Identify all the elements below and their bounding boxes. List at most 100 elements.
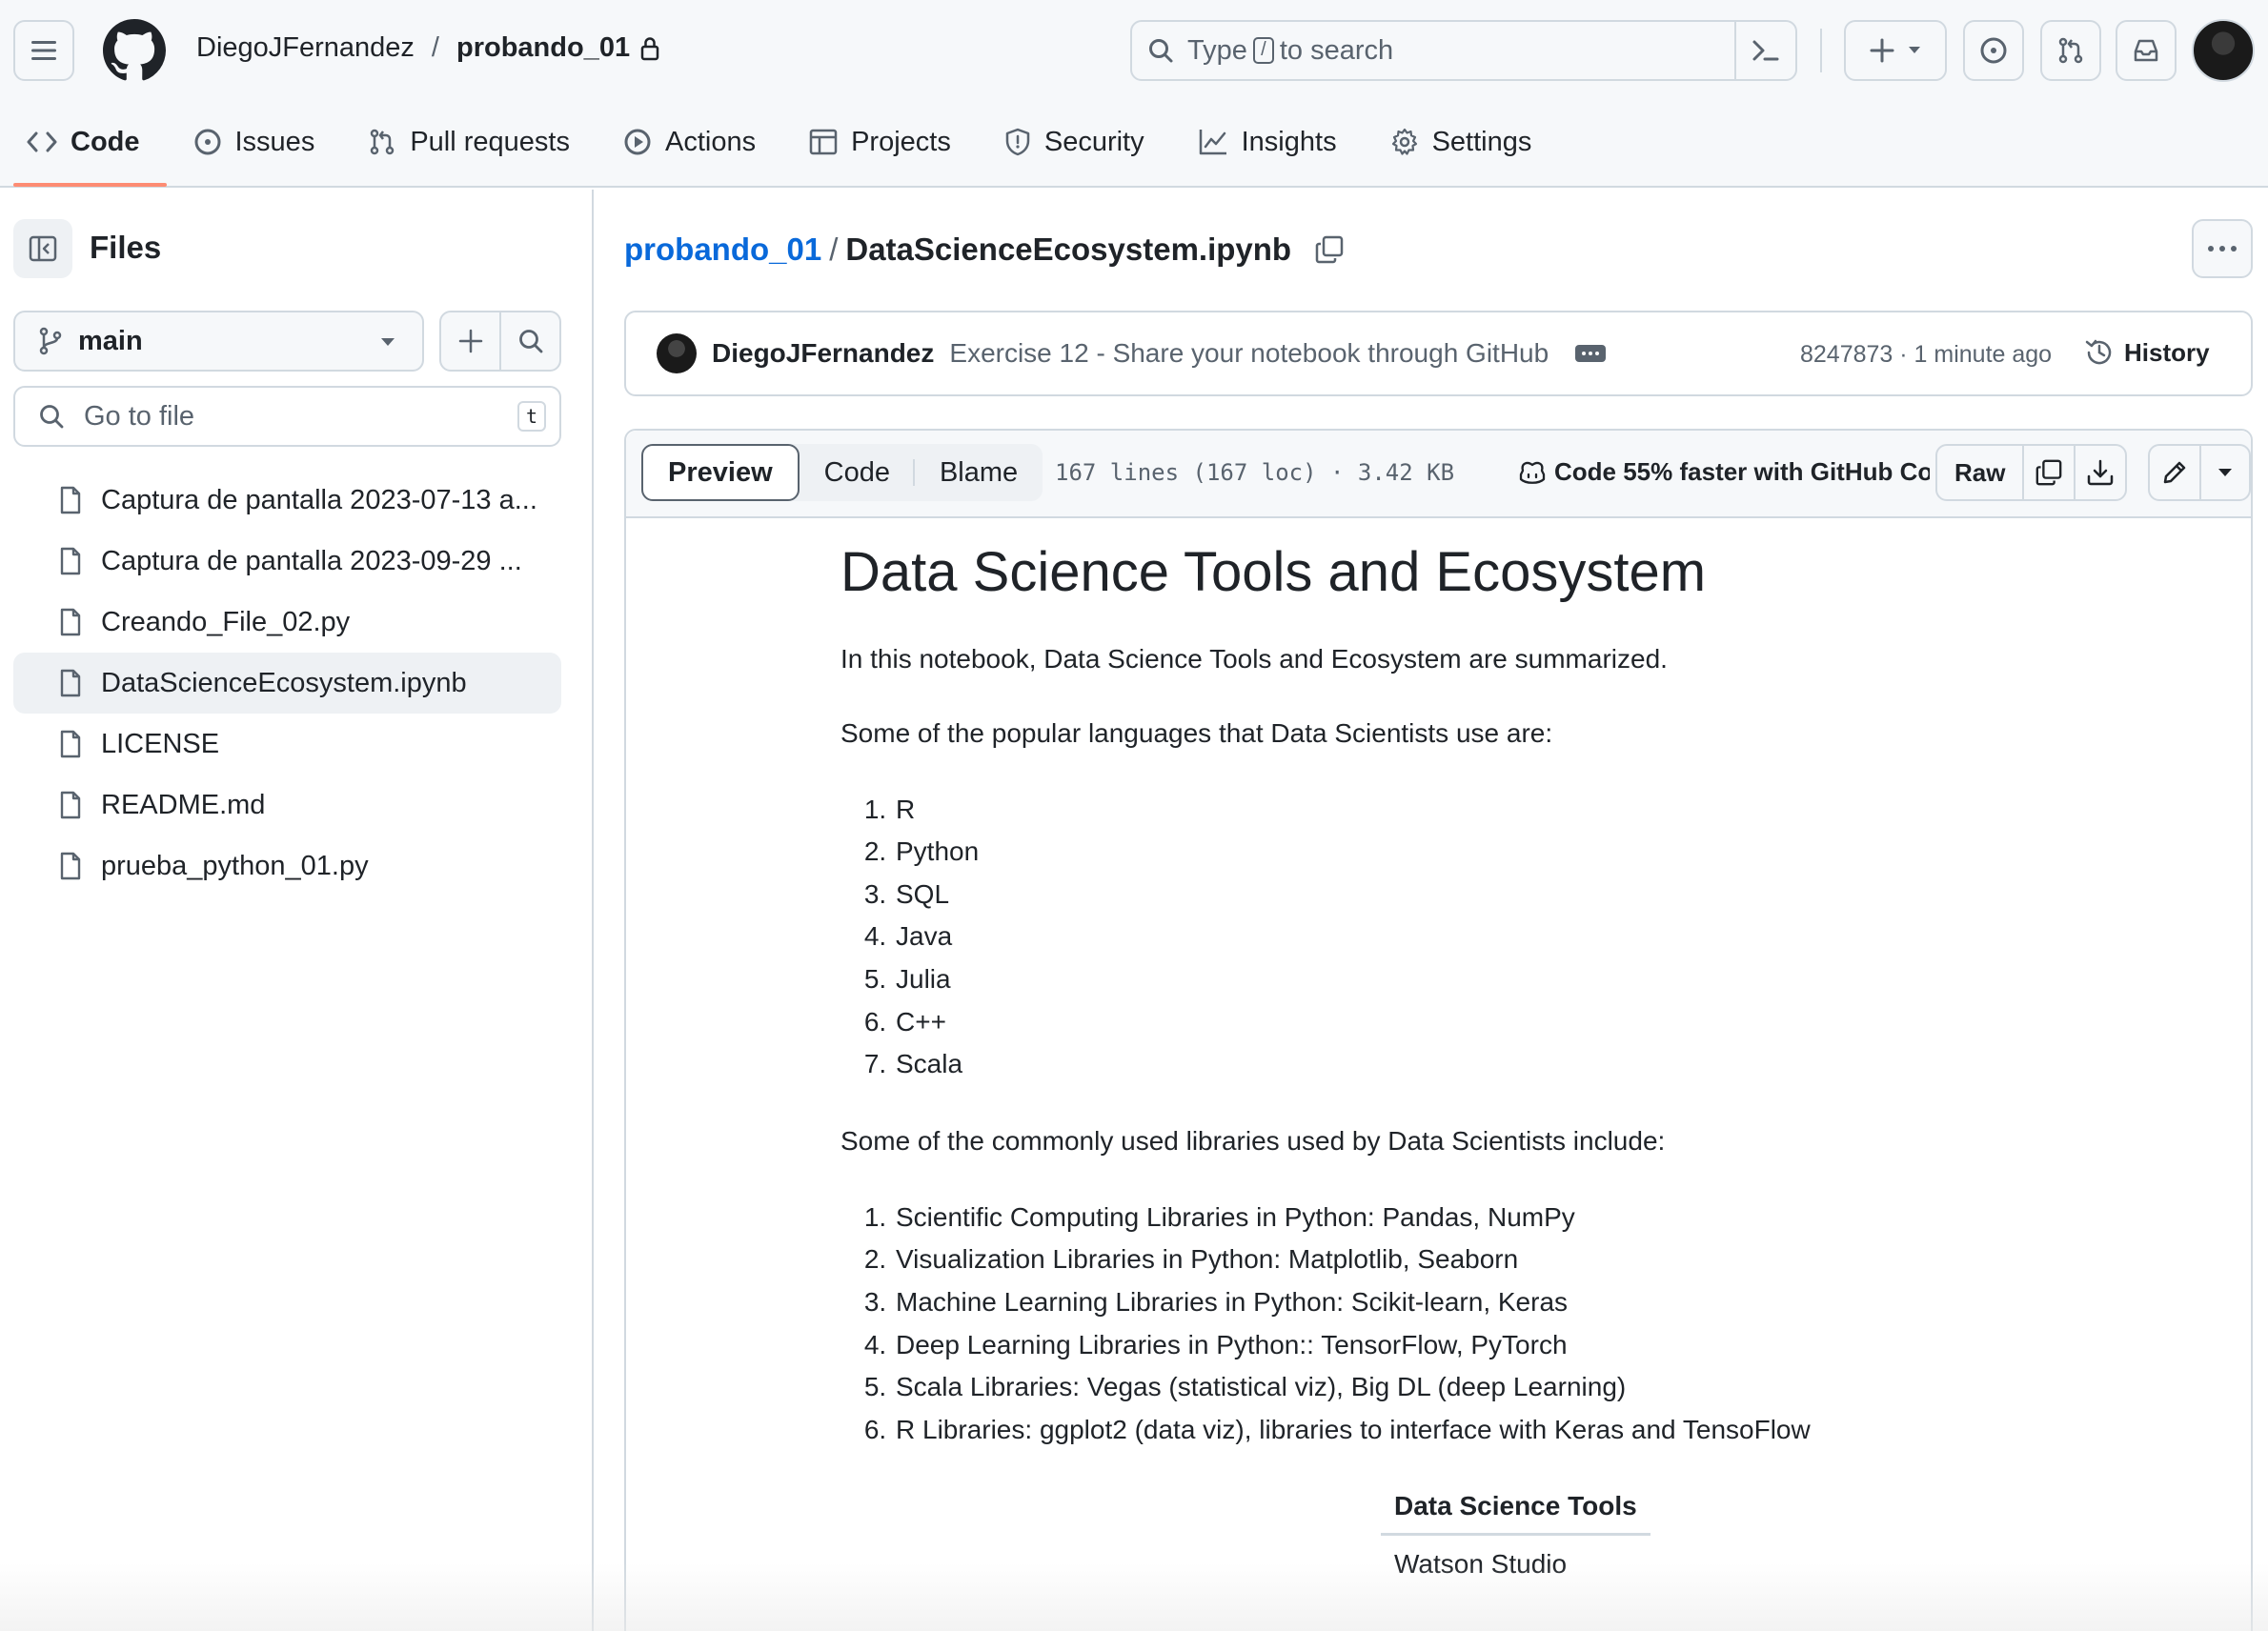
tab-actions[interactable]: Actions: [597, 112, 782, 171]
tab-label: Issues: [234, 126, 315, 157]
search-shortcut-key: /: [1252, 37, 1274, 64]
tab-code[interactable]: Code: [0, 112, 167, 187]
issue-opened-icon: [1979, 36, 2008, 65]
your-pull-requests-button[interactable]: [2040, 20, 2101, 81]
list-item: Scala Libraries: Vegas (statistical viz)…: [894, 1366, 2079, 1409]
copy-path-icon[interactable]: [1314, 234, 1345, 265]
list-item: Python: [894, 831, 2079, 874]
history-button[interactable]: History: [2084, 337, 2210, 368]
tab-label: Actions: [664, 126, 757, 157]
edit-options-dropdown[interactable]: [2199, 446, 2249, 499]
hamburger-menu-button[interactable]: [13, 20, 74, 81]
command-palette-icon: [1752, 38, 1780, 63]
commit-sha-and-time[interactable]: 8247873 · 1 minute ago: [1800, 341, 2052, 369]
notebook-title: Data Science Tools and Ecosystem: [840, 541, 1707, 603]
github-logo[interactable]: [103, 19, 166, 82]
create-new-button[interactable]: [1844, 20, 1947, 81]
file-item[interactable]: LICENSE: [13, 714, 561, 775]
code-icon: [27, 131, 57, 153]
search-icon: [517, 328, 544, 354]
list-item: SQL: [894, 874, 2079, 916]
data-science-tools-table: Data Science Tools Watson Studio: [1381, 1487, 1650, 1593]
collapse-sidebar-button[interactable]: [13, 219, 72, 278]
inbox-button[interactable]: [2116, 20, 2177, 81]
path-separator: /: [829, 232, 839, 267]
commit-message[interactable]: Exercise 12 - Share your notebook throug…: [949, 338, 1549, 369]
pull-request-icon: [368, 128, 396, 156]
download-raw-button[interactable]: [2074, 446, 2125, 499]
file-item[interactable]: Captura de pantalla 2023-09-29 ...: [13, 531, 561, 592]
notebook-preview: Data Science Tools and Ecosystem In this…: [840, 503, 2079, 1593]
libraries-heading: Some of the commonly used libraries used…: [840, 1125, 1666, 1156]
tab-label: Insights: [1241, 126, 1337, 157]
file-item-selected[interactable]: DataScienceEcosystem.ipynb: [13, 653, 561, 714]
triangle-down-icon: [2217, 468, 2233, 477]
more-options-button[interactable]: [2192, 219, 2253, 278]
list-item: Java: [894, 916, 2079, 958]
file-icon: [59, 852, 82, 880]
download-icon: [2086, 458, 2115, 487]
list-item: Visualization Libraries in Python: Matpl…: [894, 1238, 2079, 1281]
search-input[interactable]: Type / to search: [1130, 20, 1797, 81]
your-issues-button[interactable]: [1963, 20, 2024, 81]
table-row: Watson Studio: [1381, 1535, 1650, 1594]
repo-root-link[interactable]: probando_01: [624, 232, 821, 268]
file-item[interactable]: prueba_python_01.py: [13, 836, 561, 896]
table-cell: Watson Studio: [1394, 1549, 1568, 1580]
tab-pull-requests[interactable]: Pull requests: [341, 112, 597, 171]
copilot-icon: [1518, 459, 1547, 486]
languages-list: R Python SQL Java Julia C++ Scala: [894, 789, 2079, 1086]
repo-name-link[interactable]: probando_01: [456, 32, 630, 64]
languages-heading: Some of the popular languages that Data …: [840, 717, 1553, 748]
files-title: Files: [90, 230, 162, 265]
file-name: prueba_python_01.py: [101, 850, 369, 881]
file-stats: 167 lines (167 loc) · 3.42 KB: [1055, 459, 1455, 486]
repo-breadcrumb: DiegoJFernandez / probando_01: [196, 32, 660, 64]
branch-name: main: [78, 325, 143, 356]
graph-icon: [1198, 128, 1228, 156]
repo-nav-tabs: Code Issues Pull requests Actions Projec…: [0, 112, 1558, 189]
history-label: History: [2124, 337, 2210, 367]
go-to-file-input[interactable]: Go to file t: [13, 386, 561, 447]
branch-selector[interactable]: main: [13, 311, 424, 372]
blame-tab[interactable]: Blame: [915, 444, 1043, 501]
tab-label: Settings: [1431, 126, 1532, 157]
add-file-button[interactable]: [441, 312, 501, 370]
kebab-horizontal-icon: [2207, 245, 2238, 252]
triangle-down-icon: [380, 337, 395, 347]
tab-issues[interactable]: Issues: [167, 112, 342, 171]
copy-icon: [2035, 458, 2063, 487]
code-view-tab[interactable]: Code: [800, 444, 916, 501]
file-list: Captura de pantalla 2023-07-13 a... Capt…: [13, 470, 561, 896]
tab-projects[interactable]: Projects: [782, 112, 978, 171]
file-item[interactable]: Creando_File_02.py: [13, 592, 561, 653]
current-file-name: DataScienceEcosystem.ipynb: [845, 232, 1292, 267]
commit-details-toggle[interactable]: [1575, 345, 1607, 362]
copilot-promo-text: Code 55% faster with GitHub Copilot: [1554, 457, 1930, 486]
header-divider: [1820, 29, 1822, 72]
edit-file-button[interactable]: [2150, 446, 2199, 499]
file-item[interactable]: Captura de pantalla 2023-07-13 a...: [13, 470, 561, 531]
repo-owner-link[interactable]: DiegoJFernandez: [196, 32, 415, 64]
edit-actions-group: [2148, 444, 2251, 501]
search-placeholder-suffix: to search: [1279, 34, 1394, 66]
raw-button[interactable]: Raw: [1937, 446, 2022, 499]
triangle-down-icon: [1908, 46, 1921, 55]
list-item: Machine Learning Libraries in Python: Sc…: [894, 1281, 2079, 1324]
copilot-promo-link[interactable]: Code 55% faster with GitHub Copilot: [1518, 457, 1930, 487]
file-item[interactable]: README.md: [13, 775, 561, 836]
global-header: DiegoJFernandez / probando_01 Type / to …: [0, 0, 2268, 188]
tab-settings[interactable]: Settings: [1364, 112, 1559, 171]
user-avatar[interactable]: [2192, 19, 2255, 82]
commit-author[interactable]: DiegoJFernandez: [712, 338, 934, 369]
search-placeholder-prefix: Type: [1187, 34, 1247, 66]
commit-author-avatar[interactable]: [657, 333, 697, 373]
tab-insights[interactable]: Insights: [1171, 112, 1364, 171]
tab-label: Security: [1043, 126, 1144, 157]
tab-security[interactable]: Security: [978, 112, 1171, 171]
command-palette-button[interactable]: [1734, 22, 1795, 79]
copy-raw-button[interactable]: [2022, 446, 2074, 499]
search-code-button[interactable]: [501, 312, 559, 370]
preview-tab[interactable]: Preview: [641, 444, 800, 501]
git-branch-icon: [38, 327, 63, 355]
